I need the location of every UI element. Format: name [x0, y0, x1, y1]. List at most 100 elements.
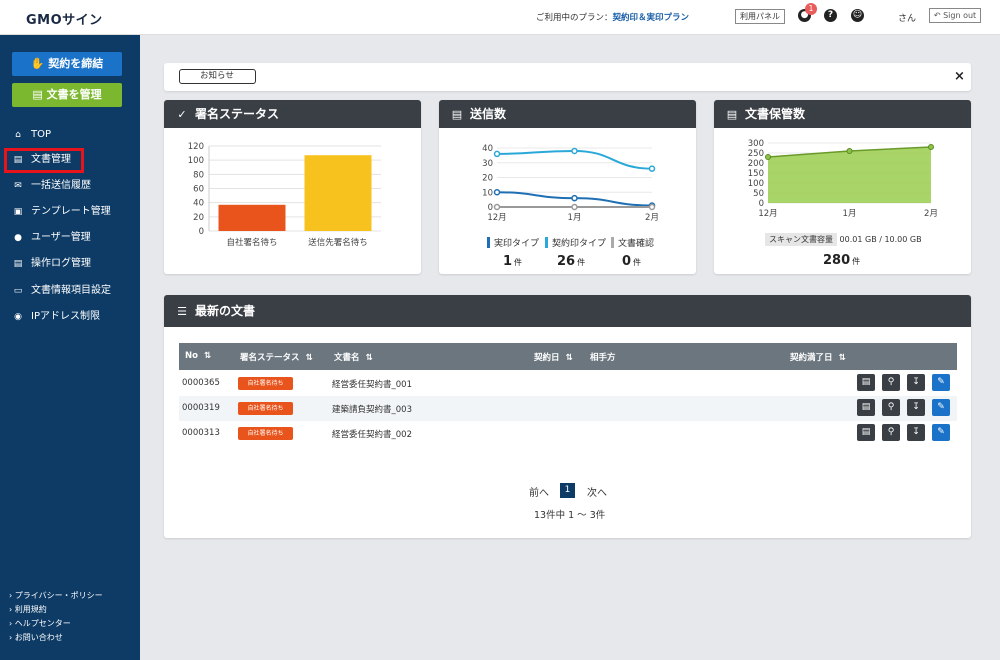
pdf-icon[interactable]: ▤ [857, 399, 875, 416]
bar [304, 155, 372, 231]
bar [218, 204, 286, 231]
sign-contract-button[interactable]: ✋ 契約を締結 [12, 52, 122, 76]
notification-badge: 1 [805, 3, 817, 15]
top-bar: GMOサイン ご利用中のプラン：契約印＆実印プラン 利用パネル ● 1 ? ☺ … [0, 0, 1000, 35]
col-status[interactable]: 署名ステータス ⇅ [240, 351, 313, 363]
gmo-sign-logo[interactable]: GMOサイン [26, 9, 103, 28]
sign-pen-icon[interactable]: ✎ [932, 374, 950, 391]
sidebar-item-label: 操作ログ管理 [31, 258, 91, 269]
sidebar-item-doc-fields[interactable]: ▭ 文書情報項目設定 [11, 281, 136, 301]
data-point [928, 144, 934, 150]
download-icon[interactable]: ↧ [907, 399, 925, 416]
sign-pen-icon[interactable]: ✎ [932, 424, 950, 441]
col-contract-date[interactable]: 契約日 ⇅ [534, 351, 573, 363]
col-expiry[interactable]: 契約満了日 ⇅ [790, 351, 846, 363]
user-icon: ● [14, 233, 22, 243]
signout-button[interactable]: ↶ Sign out [929, 8, 981, 23]
account-icon[interactable]: ☺ [851, 9, 864, 22]
x-tick-label: 12月 [758, 209, 777, 219]
x-tick-label: 自社署名待ち [226, 237, 277, 248]
sidebar-item-ip-restrict[interactable]: ◉ IPアドレス制限 [11, 307, 136, 327]
bulk-send-icon: ✉ [14, 181, 22, 191]
stat-unit: 件 [577, 258, 586, 267]
download-icon[interactable]: ↧ [907, 374, 925, 391]
close-icon[interactable]: × [954, 69, 965, 84]
storage-chart: 050100150200250300 12月 1月 2月 [748, 139, 938, 219]
storage-card: ▤ 文書保管数 0 50 100 150 200 250 300 12月 1月 2月 スキャン文書容… [714, 100, 971, 274]
pdf-icon[interactable]: ▤ [857, 424, 875, 441]
col-label: 契約日 [534, 353, 560, 363]
confirm-count[interactable]: 0件 [622, 254, 641, 269]
row-docname[interactable]: 建築請負契約書_003 [332, 403, 412, 415]
help-center-link[interactable]: › ヘルプセンター [9, 618, 71, 629]
table-row[interactable]: 0000365 自社署名待ち 経営委任契約書_001 ▤ ⚲ ↧ ✎ [179, 371, 957, 396]
row-docname[interactable]: 経営委任契約書_002 [332, 428, 412, 440]
pdf-icon[interactable]: ▤ [857, 374, 875, 391]
footer-link-label: お問い合わせ [14, 633, 63, 642]
stat-value: 0 [622, 254, 632, 269]
legend-keiyakuin: 契約印タイプ [545, 236, 606, 249]
preview-icon[interactable]: ⚲ [882, 374, 900, 391]
data-point [648, 165, 656, 172]
sidebar-item-bulk-send[interactable]: ✉ 一括送信履歴 [11, 176, 136, 196]
col-label: 相手方 [590, 353, 616, 363]
storage-count[interactable]: 280 件 [823, 253, 860, 268]
data-point [648, 203, 656, 211]
privacy-policy-link[interactable]: › プライバシー・ポリシー [9, 590, 103, 601]
sent-count-chart: 0 10 20 30 40 12月 1月 2月 [482, 144, 659, 223]
footer-link-label: 利用規約 [14, 605, 47, 614]
row-no: 0000313 [182, 428, 220, 438]
sort-icon: ⇅ [838, 353, 846, 363]
pager-next[interactable]: 次へ [587, 484, 607, 499]
plan-label: ご利用中のプラン： [536, 13, 613, 23]
data-point [846, 148, 853, 154]
col-docname[interactable]: 文書名 ⇅ [334, 351, 373, 363]
legend-label: 契約印タイプ [552, 239, 607, 249]
pager-prev[interactable]: 前へ [529, 484, 549, 499]
keiyakuin-count[interactable]: 26 件 [557, 254, 585, 269]
y-tick-label: 30 [482, 159, 493, 169]
x-tick-label: 2月 [645, 213, 659, 223]
col-no[interactable]: No ⇅ [185, 351, 211, 361]
sign-pen-icon[interactable]: ✎ [932, 399, 950, 416]
y-tick-label: 0 [199, 227, 204, 237]
y-tick-label: 40 [482, 144, 493, 154]
notice-tag[interactable]: お知らせ [179, 69, 256, 84]
legend-swatch [545, 237, 548, 248]
y-tick-label: 150 [748, 169, 764, 179]
y-tick-label: 20 [482, 174, 493, 184]
y-tick-label: 300 [748, 139, 764, 149]
jitsuin-count[interactable]: 1件 [503, 254, 522, 269]
y-tick-label: 50 [753, 189, 764, 199]
pager-summary: 13件中 1 ～ 3件 [534, 510, 606, 521]
sent-count-card: ▤ 送信数 0 10 20 30 40 12月 1月 2月 実印タイプ 契約印タイプ 文書確認 … [439, 100, 696, 274]
y-tick-label: 20 [193, 213, 204, 223]
terms-link[interactable]: › 利用規約 [9, 604, 47, 615]
pager-current-page[interactable]: 1 [560, 483, 575, 498]
panel-button[interactable]: 利用パネル [735, 9, 785, 24]
sign-status-chart: 0 20 40 60 80 100 120 自社署名待ち 送信先署名待ち [188, 142, 381, 248]
preview-icon[interactable]: ⚲ [882, 399, 900, 416]
row-docname[interactable]: 経営委任契約書_001 [332, 378, 412, 390]
footer-link-label: ヘルプセンター [14, 619, 71, 628]
table-row[interactable]: 0000319 自社署名待ち 建築請負契約書_003 ▤ ⚲ ↧ ✎ [179, 396, 957, 421]
sidebar-item-templates[interactable]: ▣ テンプレート管理 [11, 202, 136, 222]
sort-icon: ⇅ [305, 353, 313, 363]
data-point [493, 203, 501, 211]
archive-box-icon: ▤ [726, 108, 738, 121]
sidebar-item-logs[interactable]: ▤ 操作ログ管理 [11, 254, 136, 274]
card-header: ▤ 送信数 [439, 100, 696, 128]
legend-swatch [611, 237, 614, 248]
stat-unit: 件 [514, 258, 523, 267]
preview-icon[interactable]: ⚲ [882, 424, 900, 441]
manage-docs-button[interactable]: ▤ 文書を管理 [12, 83, 122, 107]
data-point [765, 154, 771, 160]
help-icon[interactable]: ? [824, 9, 837, 22]
sidebar-item-users[interactable]: ● ユーザー管理 [11, 228, 136, 248]
sidebar-item-top[interactable]: ⌂ TOP [11, 125, 136, 145]
download-icon[interactable]: ↧ [907, 424, 925, 441]
contact-link[interactable]: › お問い合わせ [9, 632, 63, 643]
data-point [571, 147, 578, 155]
table-row[interactable]: 0000313 自社署名待ち 経営委任契約書_002 ▤ ⚲ ↧ ✎ [179, 421, 957, 446]
y-tick-label: 120 [188, 142, 204, 152]
